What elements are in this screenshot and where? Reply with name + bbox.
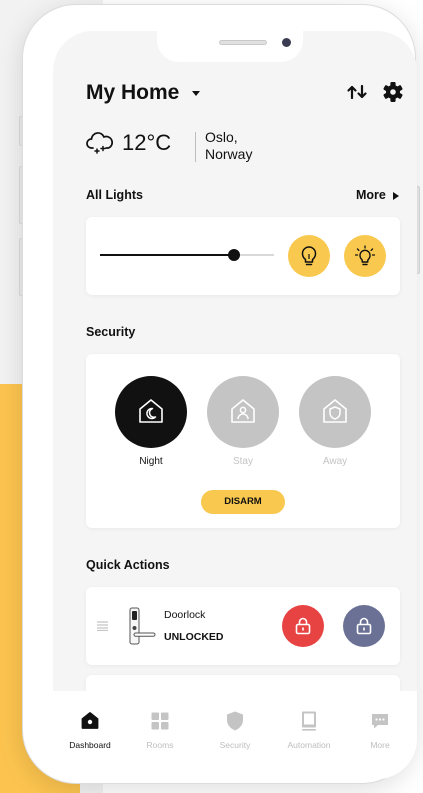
security-mode-away-button[interactable]	[299, 376, 371, 448]
phone-screen: My Home 12°C Oslo, Norway All Lights Mor…	[53, 31, 417, 779]
unlock-button[interactable]	[343, 605, 385, 647]
security-mode-stay-label: Stay	[232, 456, 253, 467]
security-mode-away-label: Away	[322, 456, 348, 467]
home-shield-icon	[323, 399, 347, 423]
quick-action-row: Doorlock UNLOCKED	[86, 587, 400, 665]
brightness-slider-fill	[100, 254, 234, 256]
bottom-tab-bar: Dashboard Rooms Security Automation More	[53, 691, 417, 779]
tab-more-label: More	[370, 740, 390, 750]
chat-icon	[372, 714, 388, 729]
location-city: Oslo,	[205, 129, 238, 145]
bulb-on-icon	[355, 245, 375, 266]
drag-handle-icon[interactable]	[97, 621, 108, 631]
bulb-off-icon	[301, 246, 317, 266]
gear-icon[interactable]	[382, 81, 404, 103]
security-mode-night-label: Night	[139, 456, 163, 467]
home-moon-icon	[139, 399, 163, 423]
quick-action-status: UNLOCKED	[164, 631, 224, 643]
tab-security[interactable]: Security	[200, 711, 270, 751]
lights-on-button[interactable]	[344, 235, 386, 277]
unlock-icon	[356, 617, 372, 635]
brightness-slider-thumb[interactable]	[227, 249, 240, 261]
quick-action-name: Doorlock	[164, 609, 206, 621]
quick-actions-section-title: Quick Actions	[86, 558, 170, 572]
swap-icon[interactable]	[346, 81, 368, 103]
lights-section-title: All Lights	[86, 188, 143, 202]
weather-widget: 12°C Oslo, Norway	[86, 126, 286, 166]
tab-more[interactable]: More	[345, 711, 415, 751]
lock-icon	[295, 617, 311, 635]
lock-button[interactable]	[282, 605, 324, 647]
location-country: Norway	[205, 146, 253, 162]
front-camera	[282, 38, 291, 47]
lights-card	[86, 217, 400, 295]
tab-dashboard-label: Dashboard	[69, 740, 111, 750]
tablet-icon	[302, 711, 316, 731]
snow-cloud-icon	[86, 132, 114, 154]
home-icon	[81, 712, 99, 729]
tab-rooms-label: Rooms	[146, 740, 174, 750]
speaker-grille	[219, 40, 267, 45]
tab-rooms[interactable]: Rooms	[125, 711, 195, 751]
security-card: Night Stay Away DISARM	[86, 354, 400, 528]
location-label: Oslo, Norway	[205, 129, 252, 163]
security-section-title: Security	[86, 325, 136, 339]
tab-automation[interactable]: Automation	[274, 711, 344, 751]
phone-frame: My Home 12°C Oslo, Norway All Lights Mor…	[22, 4, 417, 784]
shield-icon	[227, 711, 243, 731]
app-header: My Home	[86, 79, 406, 109]
doorlock-image	[129, 607, 156, 645]
home-person-icon	[231, 399, 255, 423]
tab-dashboard[interactable]: Dashboard	[55, 711, 125, 751]
weather-divider	[195, 132, 196, 162]
temperature-value: 12°C	[122, 130, 172, 155]
security-mode-stay-button[interactable]	[207, 376, 279, 448]
lights-more-link[interactable]: More	[356, 188, 386, 202]
home-selector-title[interactable]: My Home	[86, 81, 179, 105]
grid-icon	[151, 712, 169, 730]
lights-off-button[interactable]	[288, 235, 330, 277]
play-arrow-icon[interactable]	[393, 192, 399, 200]
tab-automation-label: Automation	[287, 740, 331, 750]
security-mode-night-button[interactable]	[115, 376, 187, 448]
phone-notch	[157, 31, 303, 62]
tab-security-label: Security	[219, 740, 251, 750]
disarm-button[interactable]: DISARM	[201, 490, 285, 514]
brightness-slider[interactable]	[100, 249, 274, 261]
caret-down-icon[interactable]	[192, 91, 200, 96]
